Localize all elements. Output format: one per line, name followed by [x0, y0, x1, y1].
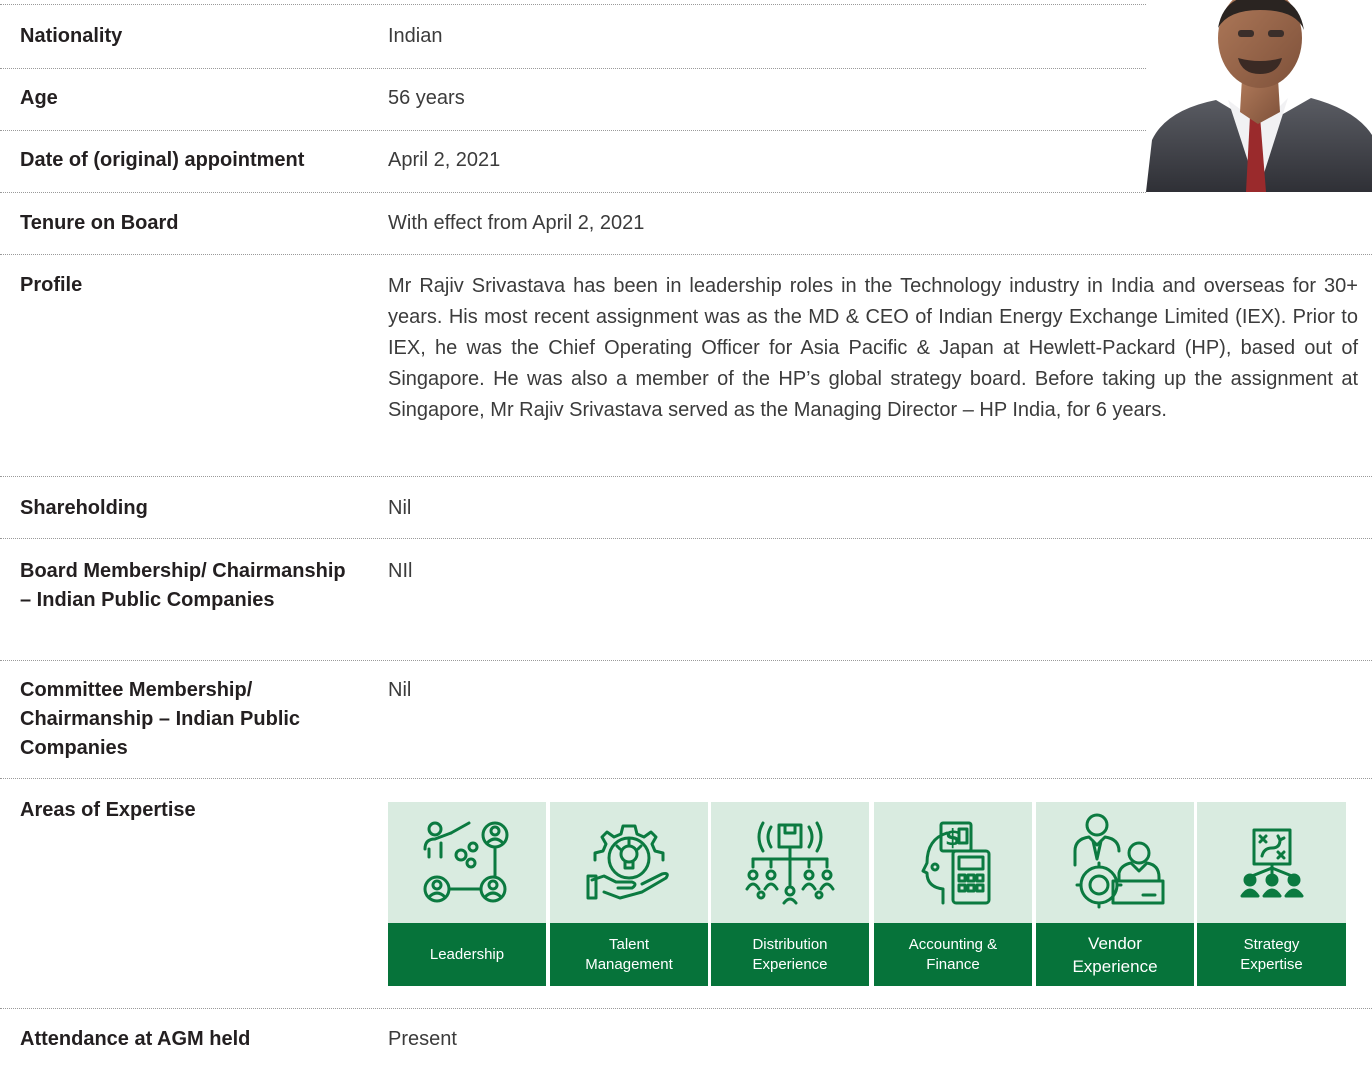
row-label: Board Membership/ Chairmanship – Indian …	[20, 560, 346, 611]
row-value: Nil	[388, 679, 412, 701]
row-divider	[0, 1008, 1372, 1009]
expertise-label: Accounting & Finance	[874, 923, 1032, 986]
expertise-tile-strategy: Strategy Expertise	[1197, 802, 1346, 986]
row-label: Profile	[20, 274, 83, 296]
distribution-icon	[745, 821, 835, 904]
row-value: Nil	[388, 497, 412, 519]
accounting-finance-icon: $	[921, 821, 991, 904]
expertise-label: Distribution Experience	[711, 923, 869, 986]
row-divider	[0, 254, 1372, 255]
row-divider	[0, 476, 1372, 477]
profile-text: Mr Rajiv Srivastava has been in leadersh…	[388, 275, 1358, 421]
expertise-tile-accounting-finance: $ Accounting & Finance	[874, 802, 1032, 986]
row-label: Date of (original) appointment	[20, 149, 305, 171]
row-value: Indian	[388, 25, 443, 47]
row-value: NIl	[388, 560, 413, 582]
expertise-tile-talent-management: Talent Management	[550, 802, 708, 986]
director-photo	[1146, 0, 1372, 192]
row-divider	[0, 192, 1146, 193]
expertise-label: Talent Management	[550, 923, 708, 986]
row-label: Tenure on Board	[20, 212, 179, 234]
expertise-tile-leadership: Leadership	[388, 802, 546, 986]
row-value: Present	[388, 1028, 457, 1050]
expertise-label: Vendor Experience	[1036, 923, 1194, 986]
vendor-icon	[1073, 813, 1165, 908]
expertise-label: Leadership	[388, 923, 546, 986]
row-value: With effect from April 2, 2021	[388, 212, 645, 234]
row-value: 56 years	[388, 87, 465, 109]
row-divider	[0, 660, 1372, 661]
row-label: Shareholding	[20, 497, 148, 519]
row-label: Nationality	[20, 25, 123, 47]
row-label: Age	[20, 87, 58, 109]
row-divider	[0, 4, 1154, 5]
row-divider	[0, 778, 1372, 779]
row-divider	[0, 130, 1146, 131]
row-label: Committee Membership/ Chairmanship – Ind…	[20, 679, 301, 759]
row-divider	[0, 68, 1154, 69]
strategy-icon	[1240, 828, 1303, 897]
leadership-icon	[423, 821, 509, 902]
expertise-tile-distribution: Distribution Experience	[711, 802, 869, 986]
expertise-label: Strategy Expertise	[1197, 923, 1346, 986]
row-divider	[0, 538, 1372, 539]
row-label: Attendance at AGM held	[20, 1028, 251, 1050]
talent-management-icon	[586, 824, 669, 899]
row-value: April 2, 2021	[388, 149, 501, 171]
row-label: Areas of Expertise	[20, 799, 196, 821]
expertise-tile-vendor: Vendor Experience	[1036, 802, 1194, 986]
